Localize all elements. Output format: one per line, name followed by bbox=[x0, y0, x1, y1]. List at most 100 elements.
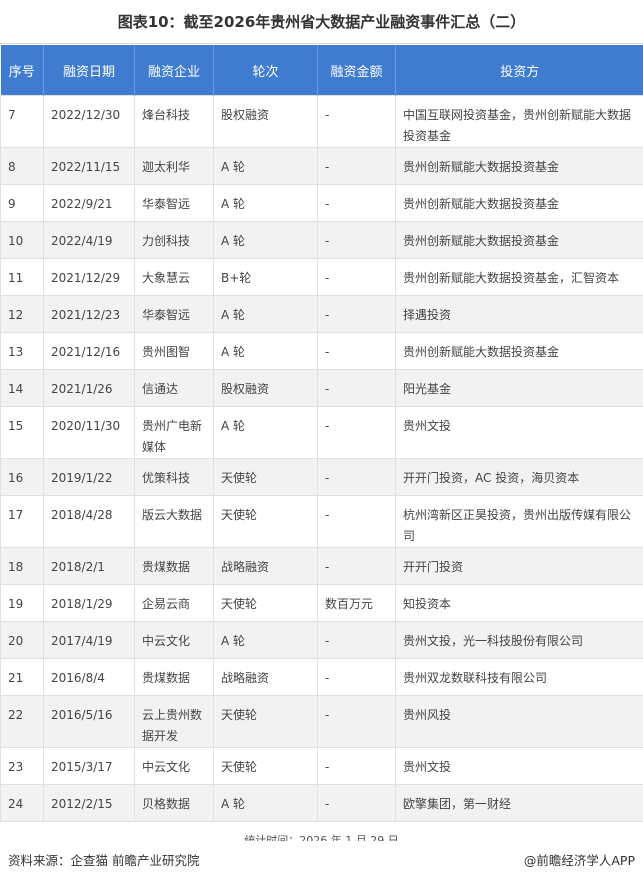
cell-round: 战略融资 bbox=[213, 658, 318, 696]
cell-company: 力创科技 bbox=[134, 221, 214, 259]
cell-no: 21 bbox=[0, 658, 44, 696]
cell-round: 天使轮 bbox=[213, 747, 318, 785]
cell-company: 贵煤数据 bbox=[134, 658, 214, 696]
cell-no: 7 bbox=[0, 95, 44, 148]
cell-date: 2022/12/30 bbox=[43, 95, 135, 148]
cell-no: 9 bbox=[0, 184, 44, 222]
cell-amount: - bbox=[317, 621, 396, 659]
cell-investor: 贵州文投 bbox=[395, 747, 643, 785]
table-row: 7 2022/12/30 烽台科技 股权融资 - 中国互联网投资基金，贵州创新赋能大数据投… bbox=[0, 95, 643, 148]
cell-date: 2022/9/21 bbox=[43, 184, 135, 222]
cell-date: 2021/1/26 bbox=[43, 369, 135, 407]
footer: 统计时间：2026 年 1 月 29 日 资料来源：企查猫 前瞻产业研究院 @前… bbox=[0, 834, 643, 878]
cell-amount: - bbox=[317, 784, 396, 822]
cell-date: 2019/1/22 bbox=[43, 458, 135, 496]
cell-amount: - bbox=[317, 458, 396, 496]
cell-round: 股权融资 bbox=[213, 369, 318, 407]
cell-investor: 贵州创新赋能大数据投资基金，汇智资本 bbox=[395, 258, 643, 296]
cell-investor: 知投资本 bbox=[395, 584, 643, 622]
cell-no: 14 bbox=[0, 369, 44, 407]
cell-company: 信通达 bbox=[134, 369, 214, 407]
cell-no: 18 bbox=[0, 547, 44, 585]
table-row: 10 2022/4/19 力创科技 A 轮 - 贵州创新赋能大数据投资基金 bbox=[0, 221, 643, 259]
cell-amount: - bbox=[317, 295, 396, 333]
cell-amount: - bbox=[317, 184, 396, 222]
cell-round: A 轮 bbox=[213, 221, 318, 259]
table-row: 17 2018/4/28 版云大数据 天使轮 - 杭州湾新区正昊投资，贵州出版传媒有限公司 bbox=[0, 495, 643, 548]
table-row: 13 2021/12/16 贵州图智 A 轮 - 贵州创新赋能大数据投资基金 bbox=[0, 332, 643, 370]
cell-investor: 贵州创新赋能大数据投资基金 bbox=[395, 147, 643, 185]
cell-round: 战略融资 bbox=[213, 547, 318, 585]
title-divider bbox=[0, 43, 643, 44]
cell-amount: - bbox=[317, 147, 396, 185]
cell-company: 版云大数据 bbox=[134, 495, 214, 548]
cell-no: 23 bbox=[0, 747, 44, 785]
cell-investor: 贵州创新赋能大数据投资基金 bbox=[395, 332, 643, 370]
cell-date: 2022/4/19 bbox=[43, 221, 135, 259]
cell-no: 22 bbox=[0, 695, 44, 748]
cell-investor: 贵州文投，光一科技股份有限公司 bbox=[395, 621, 643, 659]
cell-round: 天使轮 bbox=[213, 584, 318, 622]
cell-date: 2015/3/17 bbox=[43, 747, 135, 785]
cell-date: 2018/4/28 bbox=[43, 495, 135, 548]
cell-no: 19 bbox=[0, 584, 44, 622]
header-date: 融资日期 bbox=[43, 45, 135, 96]
cell-no: 8 bbox=[0, 147, 44, 185]
cell-company: 企易云商 bbox=[134, 584, 214, 622]
table-row: 9 2022/9/21 华泰智远 A 轮 - 贵州创新赋能大数据投资基金 bbox=[0, 184, 643, 222]
cell-company: 贵州广电新媒体 bbox=[134, 406, 214, 459]
cell-round: A 轮 bbox=[213, 406, 318, 459]
cell-investor: 贵州创新赋能大数据投资基金 bbox=[395, 221, 643, 259]
cell-no: 15 bbox=[0, 406, 44, 459]
cell-company: 烽台科技 bbox=[134, 95, 214, 148]
cell-round: 股权融资 bbox=[213, 95, 318, 148]
cell-date: 2021/12/23 bbox=[43, 295, 135, 333]
table-row: 20 2017/4/19 中云文化 A 轮 - 贵州文投，光一科技股份有限公司 bbox=[0, 621, 643, 659]
cell-date: 2017/4/19 bbox=[43, 621, 135, 659]
cell-round: 天使轮 bbox=[213, 458, 318, 496]
cell-investor: 择遇投资 bbox=[395, 295, 643, 333]
cell-no: 10 bbox=[0, 221, 44, 259]
cell-investor: 欧擎集团，第一财经 bbox=[395, 784, 643, 822]
cell-investor: 贵州创新赋能大数据投资基金 bbox=[395, 184, 643, 222]
cell-amount: - bbox=[317, 495, 396, 548]
cell-no: 12 bbox=[0, 295, 44, 333]
table-row: 14 2021/1/26 信通达 股权融资 - 阳光基金 bbox=[0, 369, 643, 407]
cell-company: 贵州图智 bbox=[134, 332, 214, 370]
cell-company: 云上贵州数据开发 bbox=[134, 695, 214, 748]
cell-company: 迦太利华 bbox=[134, 147, 214, 185]
cell-no: 20 bbox=[0, 621, 44, 659]
cell-date: 2021/12/29 bbox=[43, 258, 135, 296]
financing-table: 序号 融资日期 融资企业 轮次 融资金额 投资方 7 2022/12/30 烽台科技… bbox=[0, 45, 643, 822]
cell-amount: - bbox=[317, 547, 396, 585]
cell-company: 华泰智远 bbox=[134, 295, 214, 333]
table-row: 11 2021/12/29 大象慧云 B+轮 - 贵州创新赋能大数据投资基金，汇智资本 bbox=[0, 258, 643, 296]
cell-no: 11 bbox=[0, 258, 44, 296]
cell-date: 2016/5/16 bbox=[43, 695, 135, 748]
chart-title: 图表10：截至2026年贵州省大数据产业融资事件汇总（二） bbox=[117, 13, 526, 31]
cell-round: A 轮 bbox=[213, 621, 318, 659]
cell-amount: - bbox=[317, 332, 396, 370]
cell-round: A 轮 bbox=[213, 332, 318, 370]
source-note: 资料来源：企查猫 前瞻产业研究院 bbox=[8, 853, 200, 868]
cell-round: A 轮 bbox=[213, 295, 318, 333]
cell-investor: 贵州文投 bbox=[395, 406, 643, 459]
cell-round: 天使轮 bbox=[213, 695, 318, 748]
cell-no: 13 bbox=[0, 332, 44, 370]
table-row: 18 2018/2/1 贵煤数据 战略融资 - 开开门投资 bbox=[0, 547, 643, 585]
cell-amount: 数百万元 bbox=[317, 584, 396, 622]
cell-investor: 贵州双龙数联科技有限公司 bbox=[395, 658, 643, 696]
table-row: 16 2019/1/22 优策科技 天使轮 - 开开门投资，AC 投资，海贝资本 bbox=[0, 458, 643, 496]
cell-investor: 中国互联网投资基金，贵州创新赋能大数据投资基金 bbox=[395, 95, 643, 148]
header-amount: 融资金额 bbox=[317, 45, 396, 96]
cell-amount: - bbox=[317, 658, 396, 696]
cell-date: 2016/8/4 bbox=[43, 658, 135, 696]
cell-investor: 开开门投资 bbox=[395, 547, 643, 585]
header-company: 融资企业 bbox=[134, 45, 214, 96]
table-row: 19 2018/1/29 企易云商 天使轮 数百万元 知投资本 bbox=[0, 584, 643, 622]
cell-no: 17 bbox=[0, 495, 44, 548]
cell-investor: 开开门投资，AC 投资，海贝资本 bbox=[395, 458, 643, 496]
table-header-row: 序号 融资日期 融资企业 轮次 融资金额 投资方 bbox=[0, 45, 643, 96]
cell-date: 2020/11/30 bbox=[43, 406, 135, 459]
table-row: 23 2015/3/17 中云文化 天使轮 - 贵州文投 bbox=[0, 747, 643, 785]
